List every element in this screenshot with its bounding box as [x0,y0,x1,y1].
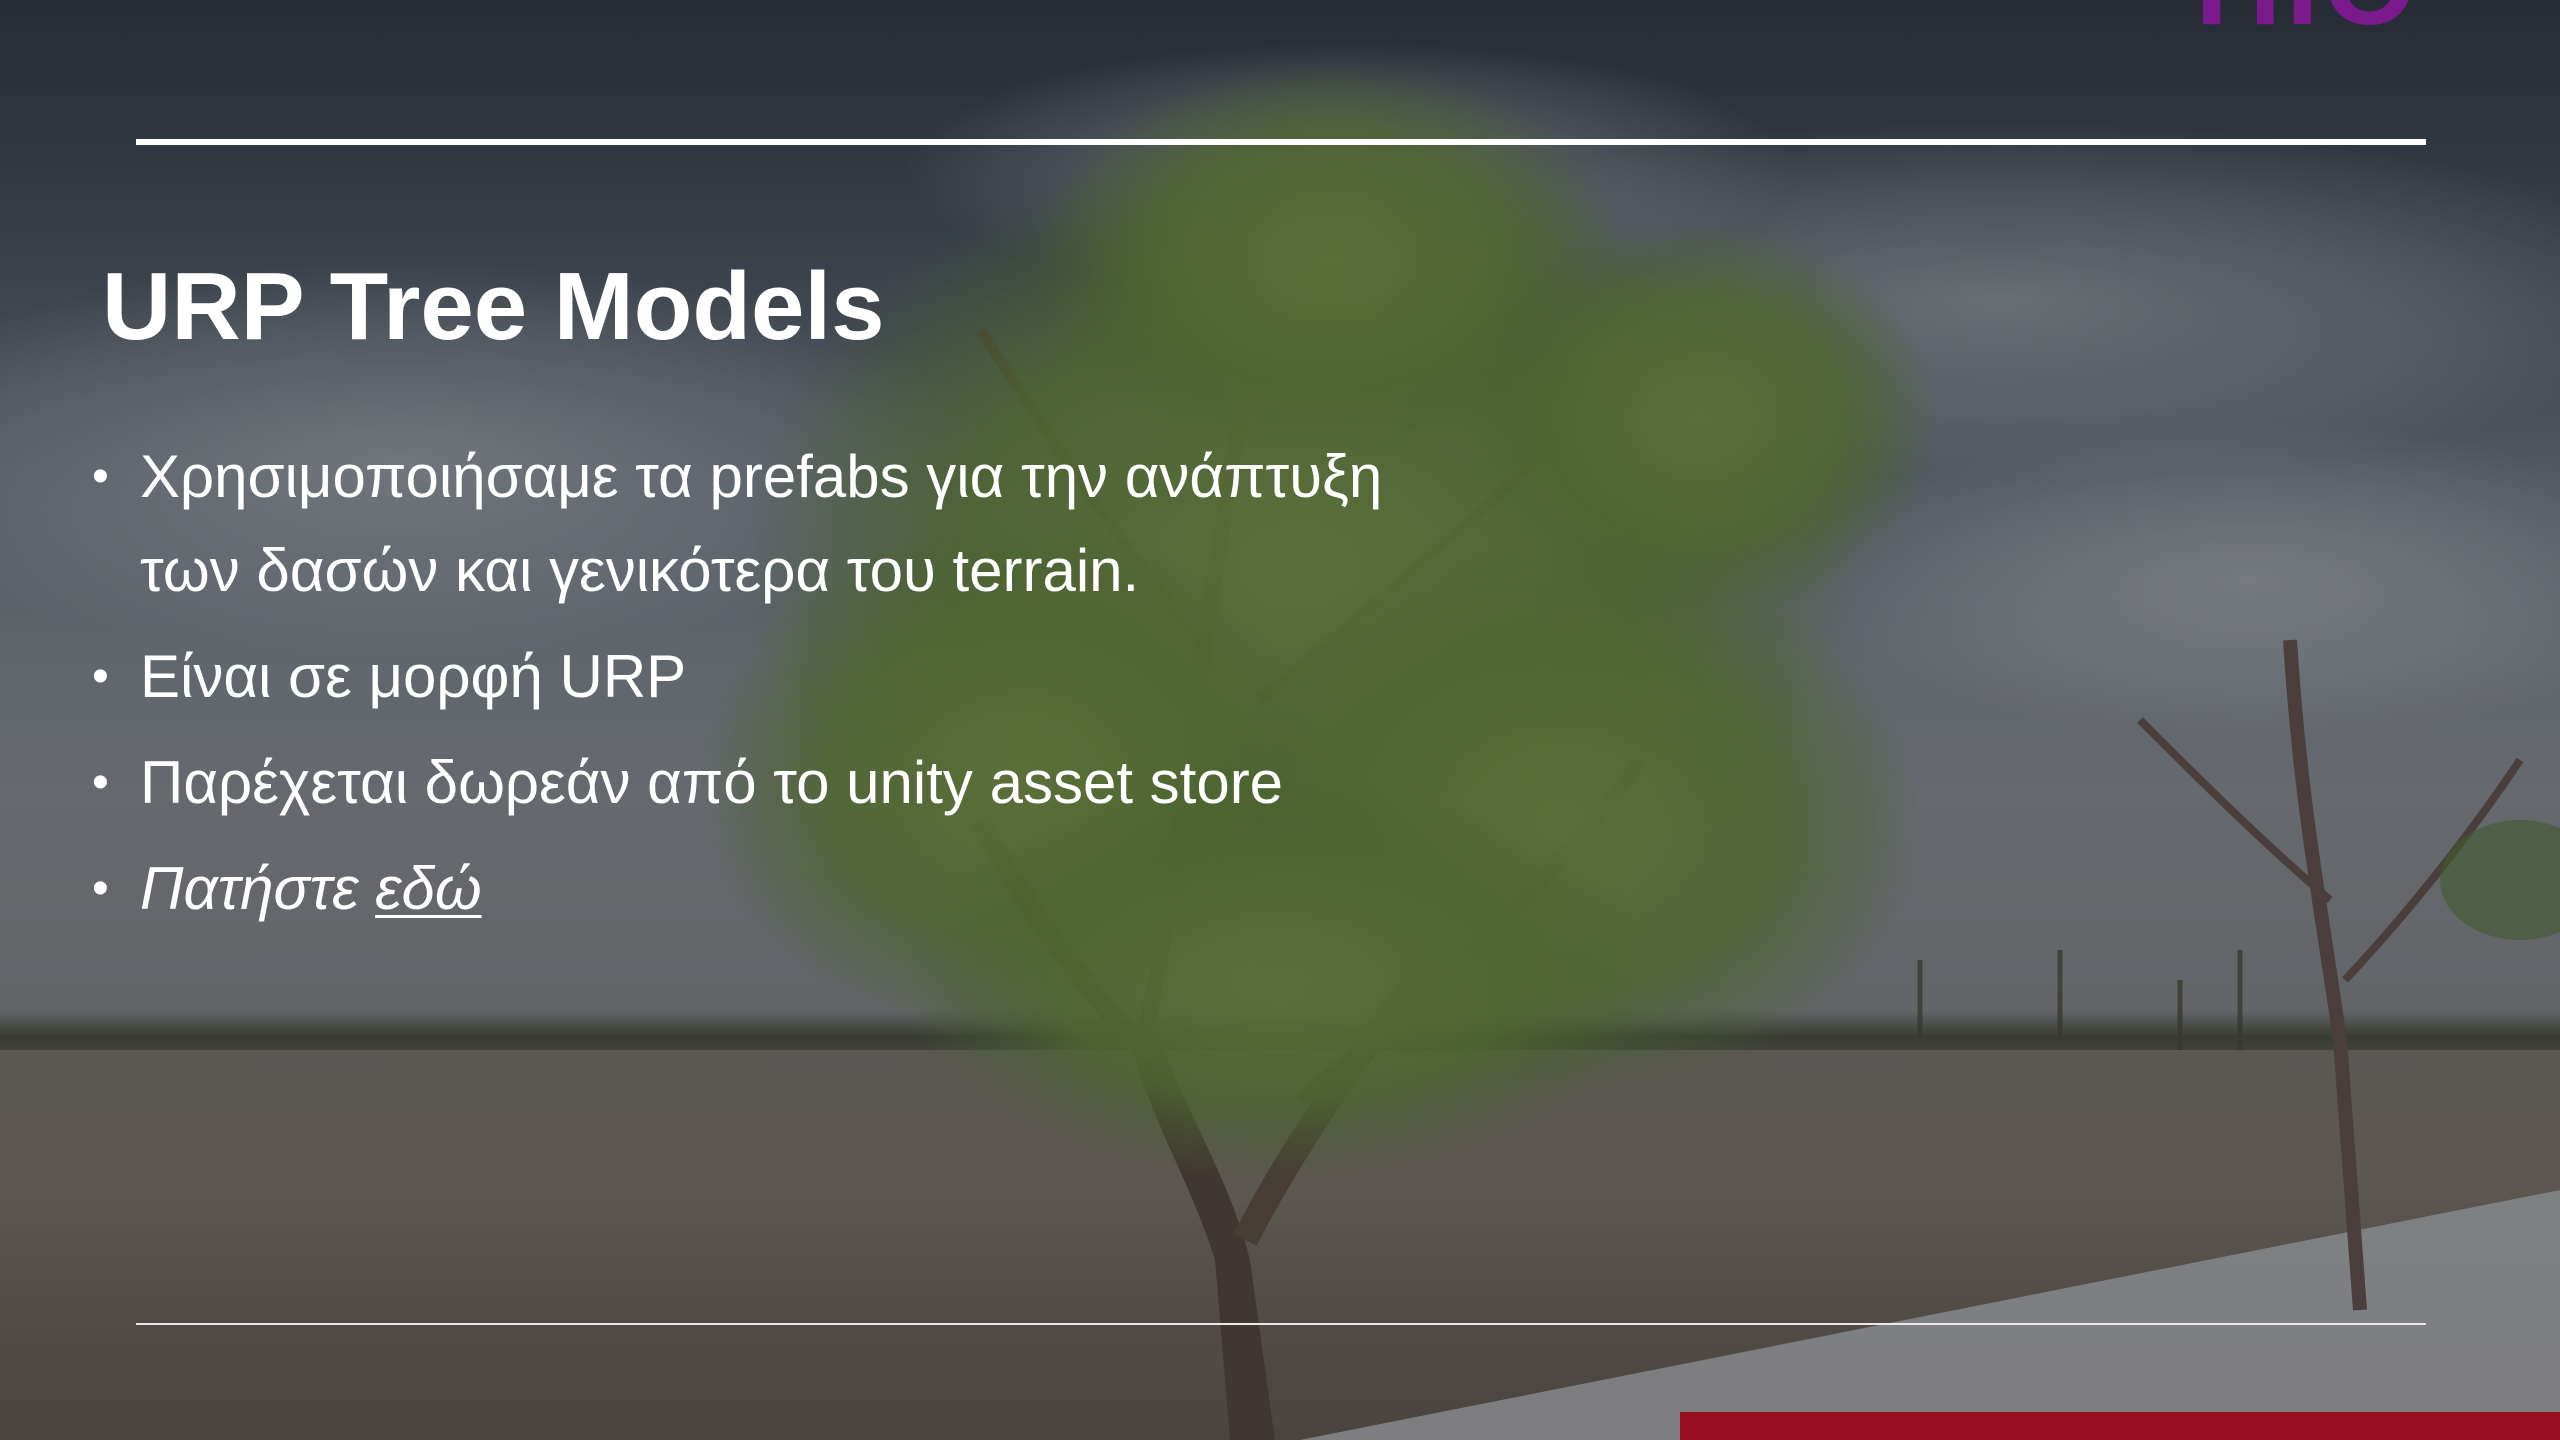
corner-logo: ΠΙΘ [2195,0,2515,38]
bullet-text: Χρησιμοποιήσαμε τα prefabs για την ανάπτ… [140,443,1383,604]
bullet-text: Πατήστε [140,855,376,922]
bullet-item: • Πατήστε εδώ [92,842,1492,936]
bullet-item: • Παρέχεται δωρεάν από το unity asset st… [92,736,1492,830]
bullet-icon: • [92,450,109,503]
presentation-slide: ΠΙΘ URP Tree Models • Χρησιμοποιήσαμε τα… [0,0,2560,1440]
footer-accent-bar [1680,1412,2560,1440]
bullet-icon: • [92,862,109,915]
bullet-item: • Χρησιμοποιήσαμε τα prefabs για την ανά… [92,430,1492,618]
bullet-icon: • [92,650,109,703]
slide-title: URP Tree Models [102,253,885,360]
bottom-divider [136,1323,2426,1325]
bullet-item: • Είναι σε μορφή URP [92,630,1492,724]
here-link[interactable]: εδώ [375,855,481,922]
bullet-text: Παρέχεται δωρεάν από το unity asset stor… [140,749,1284,816]
top-divider [136,139,2426,145]
bullet-list: • Χρησιμοποιήσαμε τα prefabs για την ανά… [92,430,1492,948]
bullet-text: Είναι σε μορφή URP [140,643,687,710]
bullet-icon: • [92,756,109,809]
